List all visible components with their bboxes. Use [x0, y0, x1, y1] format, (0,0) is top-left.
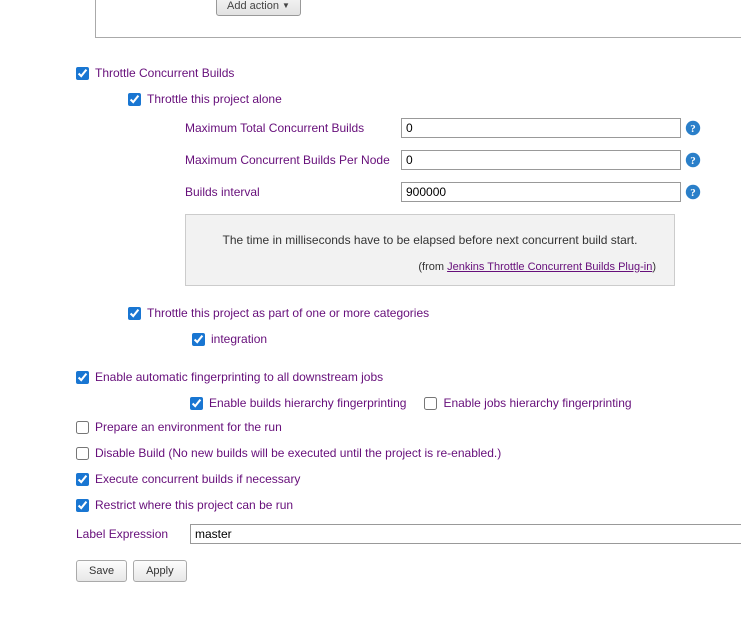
throttle-categories-label: Throttle this project as part of one or …: [147, 306, 429, 320]
prepare-env-label: Prepare an environment for the run: [95, 420, 282, 434]
label-expression-input[interactable]: [190, 524, 741, 544]
max-total-label: Maximum Total Concurrent Builds: [185, 121, 401, 135]
disable-build-label: Disable Build (No new builds will be exe…: [95, 446, 501, 460]
max-total-input[interactable]: [401, 118, 681, 138]
apply-button[interactable]: Apply: [133, 560, 187, 582]
prepare-env-checkbox[interactable]: [76, 421, 89, 434]
help-from-prefix: (from: [418, 261, 447, 273]
add-action-label: Add action: [227, 0, 279, 12]
help-icon[interactable]: ?: [685, 184, 701, 200]
help-plugin-link[interactable]: Jenkins Throttle Concurrent Builds Plug-…: [447, 261, 652, 273]
throttle-concurrent-builds-label: Throttle Concurrent Builds: [95, 66, 234, 80]
builds-interval-label: Builds interval: [185, 185, 401, 199]
builds-hierarchy-label: Enable builds hierarchy fingerprinting: [209, 396, 406, 410]
help-icon[interactable]: ?: [685, 120, 701, 136]
throttle-categories-checkbox[interactable]: [128, 307, 141, 320]
max-per-node-input[interactable]: [401, 150, 681, 170]
help-close-paren: ): [652, 261, 656, 273]
execute-concurrent-checkbox[interactable]: [76, 473, 89, 486]
jobs-hierarchy-checkbox[interactable]: [424, 397, 437, 410]
chevron-down-icon: ▼: [282, 1, 290, 10]
category-integration-label: integration: [211, 332, 267, 346]
help-text: The time in milliseconds have to be elap…: [204, 233, 656, 247]
builds-interval-input[interactable]: [401, 182, 681, 202]
save-button[interactable]: Save: [76, 560, 127, 582]
help-box: The time in milliseconds have to be elap…: [185, 214, 675, 286]
svg-text:?: ?: [690, 123, 696, 135]
disable-build-checkbox[interactable]: [76, 447, 89, 460]
fingerprint-checkbox[interactable]: [76, 371, 89, 384]
label-expression-label: Label Expression: [76, 527, 190, 541]
restrict-checkbox[interactable]: [76, 499, 89, 512]
execute-concurrent-label: Execute concurrent builds if necessary: [95, 472, 300, 486]
fingerprint-label: Enable automatic fingerprinting to all d…: [95, 370, 383, 384]
builds-hierarchy-checkbox[interactable]: [190, 397, 203, 410]
add-action-button[interactable]: Add action ▼: [216, 0, 301, 16]
category-integration-checkbox[interactable]: [192, 333, 205, 346]
max-per-node-label: Maximum Concurrent Builds Per Node: [185, 153, 401, 167]
throttle-concurrent-builds-checkbox[interactable]: [76, 67, 89, 80]
svg-text:?: ?: [690, 155, 696, 167]
help-icon[interactable]: ?: [685, 152, 701, 168]
restrict-label: Restrict where this project can be run: [95, 498, 293, 512]
throttle-alone-checkbox[interactable]: [128, 93, 141, 106]
throttle-alone-label: Throttle this project alone: [147, 92, 282, 106]
jobs-hierarchy-label: Enable jobs hierarchy fingerprinting: [443, 396, 631, 410]
svg-text:?: ?: [690, 187, 696, 199]
